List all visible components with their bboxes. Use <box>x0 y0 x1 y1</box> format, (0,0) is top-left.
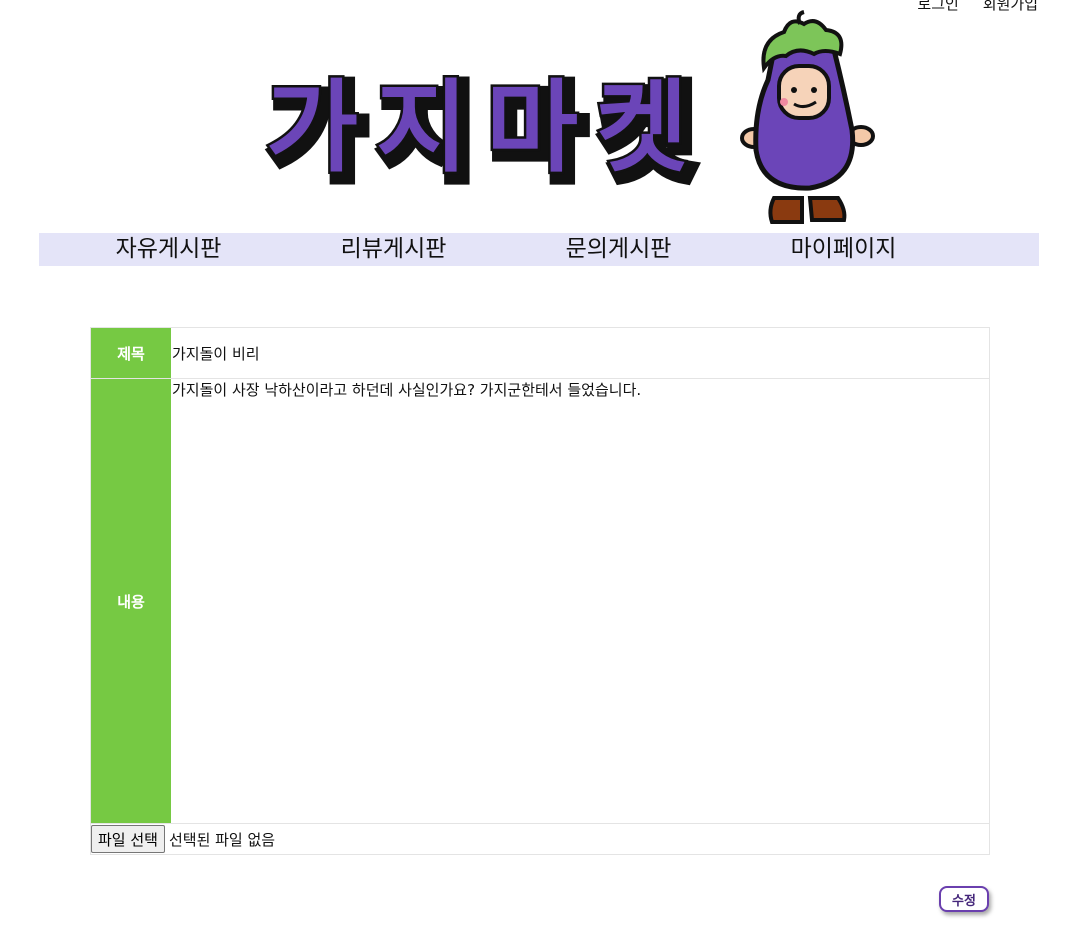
file-status-text: 선택된 파일 없음 <box>168 830 276 849</box>
content-row: 내용 가지돌이 사장 낙하산이라고 하던데 사실인가요? 가지군한테서 들었습니… <box>91 379 989 824</box>
nav-item-inquiry-board[interactable]: 문의게시판 <box>506 233 731 266</box>
title-label: 제목 <box>91 328 171 378</box>
site-logo[interactable]: 가 지 마 켓 가 지 마 켓 <box>264 10 884 230</box>
nav-item-free-board[interactable]: 자유게시판 <box>56 233 281 266</box>
logo-char-4: 켓 <box>596 69 688 186</box>
nav-item-mypage[interactable]: 마이페이지 <box>731 233 956 266</box>
content-textarea[interactable]: 가지돌이 사장 낙하산이라고 하던데 사실인가요? 가지군한테서 들었습니다. <box>171 379 989 823</box>
logo-char-1: 가 <box>266 69 358 186</box>
nav-item-review-board[interactable]: 리뷰게시판 <box>281 233 506 266</box>
file-select-button[interactable]: 파일 선택 <box>91 825 165 853</box>
main-nav: 자유게시판 리뷰게시판 문의게시판 마이페이지 <box>39 233 1039 266</box>
edit-submit-button[interactable]: 수정 <box>939 886 989 912</box>
signup-link[interactable]: 회원가입 <box>983 0 1038 14</box>
login-link[interactable]: 로그인 <box>917 0 958 14</box>
eggplant-mascot-icon <box>740 10 875 224</box>
file-row: 파일 선택 선택된 파일 없음 <box>91 824 989 854</box>
logo-char-2: 지 <box>376 69 468 186</box>
edit-form: 제목 가지돌이 비리 내용 가지돌이 사장 낙하산이라고 하던데 사실인가요? … <box>90 327 990 855</box>
title-input[interactable]: 가지돌이 비리 <box>171 328 989 378</box>
top-links: 로그인 회원가입 <box>917 0 1038 14</box>
title-row: 제목 가지돌이 비리 <box>91 328 989 379</box>
logo-char-3: 마 <box>486 69 578 186</box>
content-label: 내용 <box>91 379 171 823</box>
